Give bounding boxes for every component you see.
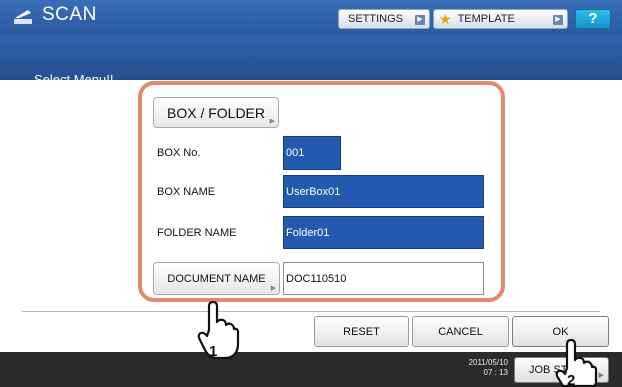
box-folder-label: BOX / FOLDER [166,104,266,121]
help-button[interactable]: ? [575,9,611,29]
folder-name-field[interactable]: Folder01 [283,216,484,249]
folder-name-label: FOLDER NAME [157,227,237,239]
document-name-button[interactable]: DOCUMENT NAME ▶ [153,262,280,295]
box-name-value: UserBox01 [286,185,341,198]
box-name-label: BOX NAME [157,186,216,198]
time-text: 07 : 13 [483,368,508,377]
settings-button[interactable]: SETTINGS ▶ [338,9,430,29]
step-number-1: 1 [209,343,217,360]
step-number-2: 2 [567,372,575,387]
pointer-hand-icon: 1 [197,300,240,360]
pointer-hand-icon: 2 [555,338,598,387]
message-bar: Select Menu!! [0,34,622,87]
folder-name-value: Folder01 [286,226,330,239]
document-name-label: DOCUMENT NAME [167,272,266,285]
document-name-field[interactable]: DOC110510 [283,262,484,295]
box-folder-button[interactable]: BOX / FOLDER ▶ [153,97,279,128]
divider [22,311,600,312]
chevron-right-icon: ▶ [598,372,604,379]
box-no-value: 001 [286,147,305,159]
scanner-icon [14,10,32,24]
chevron-right-icon: ▶ [415,15,425,25]
date-text: 2011/05/10 [468,358,508,367]
settings-label: SETTINGS [348,13,404,25]
chevron-right-icon: ▶ [269,118,275,125]
date-time: 2011/05/10 07 : 13 [450,358,508,378]
template-label: TEMPLATE [457,13,515,25]
app-title: SCAN [42,4,97,25]
box-no-label: BOX No. [157,147,201,159]
box-no-field[interactable]: 001 [283,136,341,170]
cancel-button[interactable]: CANCEL [412,316,509,347]
document-name-value: DOC110510 [286,272,347,285]
template-button[interactable]: ★ TEMPLATE ▶ [433,9,568,29]
chevron-right-icon: ▶ [270,285,276,292]
title-bar: SCAN SETTINGS ▶ ★ TEMPLATE ▶ ? [0,0,622,34]
chevron-right-icon: ▶ [553,15,563,25]
reset-button[interactable]: RESET [314,316,409,347]
box-name-field[interactable]: UserBox01 [283,175,484,208]
star-icon: ★ [439,11,452,27]
